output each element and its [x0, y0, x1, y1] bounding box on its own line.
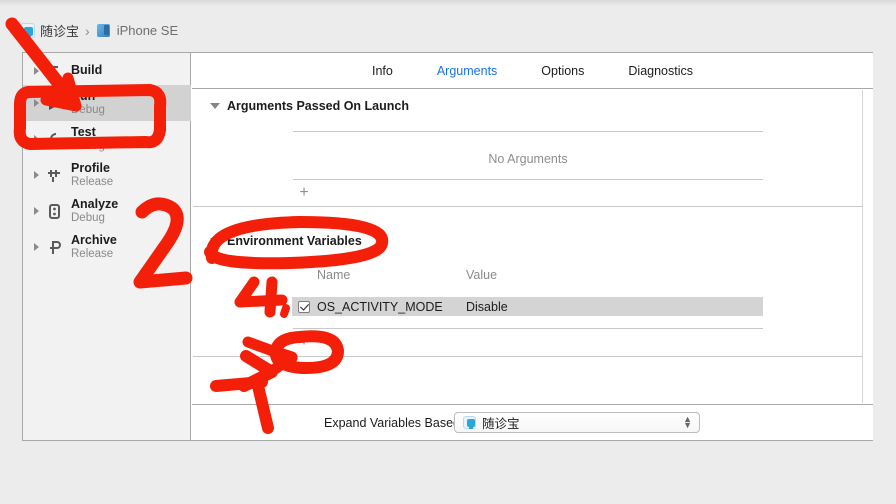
scheme-editor-dialog: Build Run Debug Test Debug Profile Relea… — [22, 52, 873, 441]
environment-row-name[interactable]: OS_ACTIVITY_MODE — [317, 300, 443, 314]
sidebar-item-run-config: Debug — [71, 104, 105, 117]
arguments-section-header[interactable]: Arguments Passed On Launch — [210, 99, 409, 113]
scheme-detail-panel: Info Arguments Options Diagnostics Argum… — [192, 53, 873, 440]
breadcrumb-device-label[interactable]: iPhone SE — [117, 23, 178, 38]
arguments-section-divider — [193, 206, 863, 207]
sidebar-item-archive-text: Archive Release — [71, 232, 117, 261]
environment-section-title: Environment Variables — [227, 234, 362, 248]
environment-column-name: Name — [317, 268, 351, 282]
table-row[interactable]: OS_ACTIVITY_MODE Disable — [292, 297, 763, 316]
chevron-updown-icon[interactable]: ▲ ▼ — [683, 415, 692, 430]
disclosure-triangle-icon[interactable] — [34, 171, 39, 179]
sidebar-item-archive-config: Release — [71, 248, 114, 261]
sidebar-item-test-config: Debug — [71, 140, 105, 153]
sidebar-item-run-text: Run Debug — [71, 88, 105, 117]
sidebar-item-build[interactable]: Build — [23, 53, 191, 89]
sidebar-item-build-text: Build — [71, 64, 102, 78]
build-hammer-icon — [45, 62, 64, 81]
expand-variables-popup-button[interactable]: 随诊宝 ▲ ▼ — [454, 412, 700, 433]
sidebar-item-profile-config: Release — [71, 176, 114, 189]
scheme-actions-sidebar: Build Run Debug Test Debug Profile Relea… — [23, 53, 191, 440]
arguments-table-bottom-rule — [293, 179, 763, 180]
add-argument-button[interactable]: + — [296, 185, 312, 201]
tab-arguments[interactable]: Arguments — [437, 64, 497, 78]
window-titlebar: 随诊宝 › iPhone SE — [0, 0, 896, 46]
sidebar-item-test-text: Test Debug — [71, 124, 105, 153]
breadcrumb: 随诊宝 › iPhone SE — [20, 21, 178, 40]
sidebar-item-test[interactable]: Test Debug — [23, 121, 191, 157]
app-project-icon — [20, 23, 35, 38]
sidebar-item-analyze-name: Analyze — [71, 196, 119, 211]
breadcrumb-project-label[interactable]: 随诊宝 — [40, 21, 79, 40]
sidebar-item-analyze[interactable]: Analyze Debug — [23, 193, 191, 229]
disclosure-triangle-icon[interactable] — [34, 207, 39, 215]
tab-diagnostics[interactable]: Diagnostics — [628, 64, 693, 78]
disclosure-triangle-icon[interactable] — [34, 99, 39, 107]
sidebar-item-run[interactable]: Run Debug — [23, 85, 191, 121]
sidebar-item-profile-name: Profile — [71, 160, 110, 175]
environment-section-header[interactable]: Environment Variables — [210, 234, 362, 248]
arguments-scroll-area[interactable]: Arguments Passed On Launch No Arguments … — [193, 90, 863, 403]
chevron-right-icon: › — [85, 22, 90, 39]
sidebar-item-analyze-config: Debug — [71, 212, 105, 225]
tab-info[interactable]: Info — [372, 64, 393, 78]
sidebar-item-build-name: Build — [71, 63, 103, 78]
disclosure-triangle-icon[interactable] — [34, 135, 39, 143]
arguments-section-title: Arguments Passed On Launch — [227, 99, 409, 113]
profile-gauge-icon — [45, 166, 64, 185]
arguments-empty-placeholder: No Arguments — [488, 152, 568, 166]
add-environment-variable-button[interactable]: + — [296, 334, 312, 350]
app-project-icon — [463, 416, 476, 429]
test-flask-icon — [45, 130, 64, 149]
tab-options[interactable]: Options — [541, 64, 584, 78]
screenshot-root: 随诊宝 › iPhone SE Build Run Debug Test Deb… — [0, 0, 896, 504]
disclosure-triangle-down-icon[interactable] — [210, 103, 220, 109]
sidebar-item-analyze-text: Analyze Debug — [71, 196, 119, 225]
sidebar-item-run-name: Run — [71, 88, 96, 103]
archive-box-icon — [45, 238, 64, 257]
environment-row-checkbox[interactable] — [298, 300, 310, 313]
analyze-scope-icon — [45, 202, 64, 221]
tab-bar: Info Arguments Options Diagnostics — [192, 53, 873, 89]
environment-section-divider — [193, 356, 863, 357]
sidebar-item-archive-name: Archive — [71, 232, 117, 247]
expand-variables-selected-value: 随诊宝 — [482, 417, 520, 431]
arguments-tab-content: Arguments Passed On Launch No Arguments … — [192, 90, 873, 403]
disclosure-triangle-down-icon[interactable] — [210, 238, 220, 244]
iphone-device-icon — [96, 23, 112, 38]
sidebar-item-profile-text: Profile Release — [71, 160, 114, 189]
expand-variables-row: Expand Variables Based On 随诊宝 ▲ ▼ — [192, 404, 873, 440]
environment-column-value: Value — [466, 268, 498, 282]
arguments-table-top-rule — [293, 131, 763, 132]
sidebar-item-profile[interactable]: Profile Release — [23, 157, 191, 193]
environment-table-bottom-rule — [293, 328, 763, 329]
sidebar-item-test-name: Test — [71, 124, 96, 139]
dialog-button-bar: Duplicate Scheme Manage Schemes... Share… — [0, 441, 896, 504]
sidebar-item-archive[interactable]: Archive Release — [23, 229, 191, 265]
disclosure-triangle-icon[interactable] — [34, 67, 39, 75]
disclosure-triangle-icon[interactable] — [34, 243, 39, 251]
run-play-icon — [45, 94, 64, 113]
environment-row-value[interactable]: Disable — [466, 300, 508, 314]
